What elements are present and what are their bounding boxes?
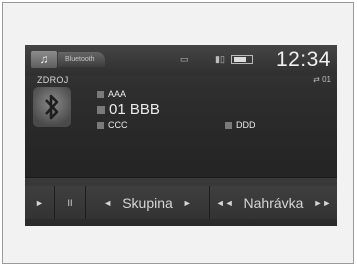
control-bar: ► II ◄ Skupina ► ◄◄ Nahrávka ►► — [25, 177, 337, 226]
extra-row: DDD — [225, 120, 256, 130]
group-prev-button[interactable]: ◄ — [103, 198, 112, 208]
track-prev-button[interactable]: ◄◄ — [216, 198, 234, 208]
figure-frame: ♫ Bluetooth ▭ ▮▯ 12:34 ZDROJ ⇄ 01 AAA 01… — [2, 2, 354, 264]
source-label: ZDROJ — [37, 75, 69, 85]
source-tab[interactable]: Bluetooth — [58, 52, 105, 67]
signal-icon: ▮▯ — [215, 54, 225, 64]
extra-text: DDD — [236, 120, 256, 130]
play-button[interactable]: ► — [25, 186, 55, 219]
group-control: ◄ Skupina ► — [86, 186, 210, 219]
album-row: CCC — [97, 120, 128, 130]
title-text: 01 BBB — [109, 101, 160, 118]
album-icon — [97, 122, 104, 130]
artist-text: AAA — [108, 89, 127, 99]
album-text: CCC — [108, 120, 128, 130]
track-number: ⇄ 01 — [313, 75, 331, 84]
clock: 12:34 — [275, 48, 331, 71]
song-icon — [97, 106, 105, 115]
group-label: Skupina — [122, 194, 173, 211]
folder-icon — [225, 122, 232, 130]
title-row: 01 BBB — [97, 101, 160, 118]
artist-icon — [97, 91, 104, 99]
status-bar: ♫ Bluetooth ▭ ▮▯ 12:34 — [25, 45, 337, 75]
music-note-icon[interactable]: ♫ — [31, 51, 57, 68]
group-next-button[interactable]: ► — [183, 198, 192, 208]
track-control: ◄◄ Nahrávka ►► — [210, 186, 337, 219]
track-number-value: 01 — [322, 75, 331, 84]
track-label: Nahrávka — [243, 194, 304, 211]
battery-icon — [231, 55, 253, 64]
pause-icon: II — [67, 197, 73, 208]
track-next-button[interactable]: ►► — [313, 198, 331, 208]
pause-button[interactable]: II — [55, 186, 86, 219]
artist-row: AAA — [97, 89, 126, 99]
bluetooth-icon — [33, 87, 71, 127]
play-icon: ► — [35, 197, 44, 208]
repeat-icon: ⇄ — [313, 75, 320, 84]
phone-screen-icon: ▭ — [180, 54, 189, 64]
audio-screen: ♫ Bluetooth ▭ ▮▯ 12:34 ZDROJ ⇄ 01 AAA 01… — [25, 45, 337, 226]
